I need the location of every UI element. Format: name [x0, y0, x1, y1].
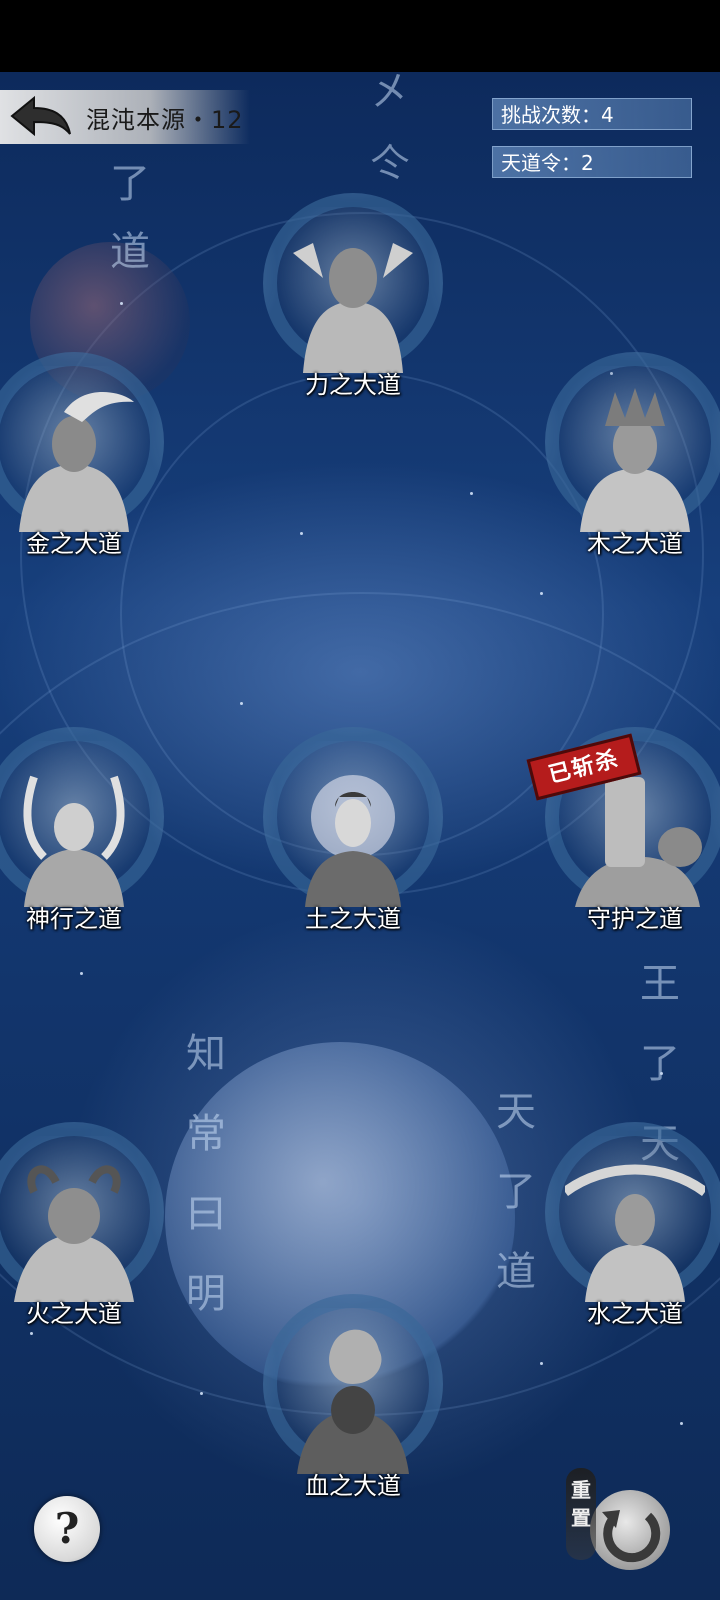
page-title: 混沌本源・12: [86, 106, 244, 134]
back-button[interactable]: [8, 94, 74, 140]
character-portrait: [297, 1329, 409, 1474]
decor-glyph: 了: [640, 1041, 680, 1087]
decor-glyph: 㐅: [370, 69, 410, 115]
node-strength-dao[interactable]: 力之大道: [253, 193, 453, 399]
status-bar: [0, 0, 720, 72]
decor-glyph: 明: [186, 1271, 226, 1317]
character-portrait: [19, 392, 134, 532]
decor-glyph: 天: [496, 1089, 536, 1135]
node-water-dao[interactable]: 水之大道: [535, 1122, 720, 1328]
decor-glyph: 知: [186, 1031, 226, 1077]
decor-glyph: 道: [110, 229, 150, 275]
decor-glyph: 王: [640, 961, 680, 1007]
reset-label: 重置: [566, 1468, 596, 1560]
help-button[interactable]: ?: [34, 1496, 100, 1562]
node-label: 火之大道: [26, 1300, 122, 1328]
node-label: 守护之道: [587, 905, 683, 933]
challenge-count: 挑战次数：4: [492, 98, 692, 130]
node-label: 金之大道: [26, 530, 122, 558]
node-wood-dao[interactable]: 木之大道: [535, 352, 720, 558]
node-earth-dao[interactable]: 土之大道: [253, 727, 453, 933]
node-blood-dao[interactable]: 血之大道: [253, 1294, 453, 1500]
decor-glyph: 常: [186, 1111, 226, 1157]
character-portrait: [580, 388, 690, 532]
node-swift-dao[interactable]: 神行之道: [0, 727, 174, 933]
node-label: 力之大道: [305, 371, 401, 399]
node-metal-dao[interactable]: 金之大道: [0, 352, 174, 558]
reset-button[interactable]: [590, 1490, 670, 1570]
decor-glyph: 仒: [370, 141, 410, 187]
node-label: 血之大道: [305, 1472, 401, 1500]
decor-glyph: 了: [496, 1169, 536, 1215]
character-portrait: [305, 775, 401, 907]
refresh-icon: [602, 1510, 661, 1563]
character-portrait: [293, 243, 413, 373]
decor-glyph: 了: [110, 161, 150, 207]
token-count: 天道令：2: [492, 146, 692, 178]
character-portrait: [23, 775, 125, 907]
node-label: 木之大道: [587, 530, 683, 558]
decor-glyph: 曰: [186, 1191, 226, 1237]
node-label: 水之大道: [587, 1300, 683, 1328]
node-label: 土之大道: [305, 905, 401, 933]
node-label: 神行之道: [26, 905, 122, 933]
decor-glyph: 道: [496, 1249, 536, 1295]
back-arrow-icon: [10, 95, 71, 137]
character-portrait: [14, 1165, 134, 1302]
character-portrait: [565, 1164, 705, 1302]
node-fire-dao[interactable]: 火之大道: [0, 1122, 174, 1328]
